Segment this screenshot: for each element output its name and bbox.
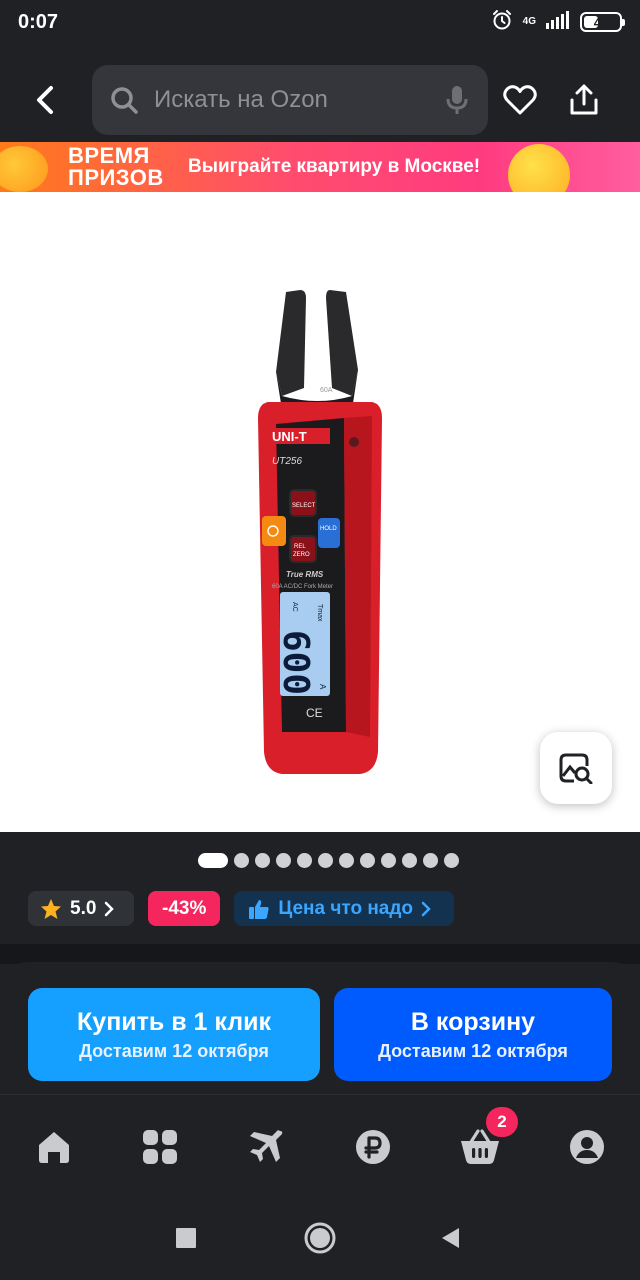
chevron-right-icon bbox=[421, 901, 431, 916]
pagination-dot[interactable] bbox=[276, 853, 291, 868]
pagination-dot[interactable] bbox=[318, 853, 333, 868]
back-triangle-icon bbox=[442, 1228, 459, 1248]
recents-button[interactable] bbox=[166, 1218, 206, 1258]
battery-percent: 40 bbox=[593, 14, 609, 30]
product-info-card: 5.0 -43% Цена что надо bbox=[0, 832, 640, 944]
discount-badge: -43% bbox=[148, 891, 221, 926]
recents-icon bbox=[176, 1228, 196, 1248]
pagination-dot-active[interactable] bbox=[198, 853, 228, 868]
nav-profile[interactable] bbox=[563, 1123, 611, 1171]
status-time: 0:07 bbox=[18, 10, 59, 33]
alarm-icon bbox=[491, 9, 513, 36]
lcd-reading: 600 bbox=[275, 630, 316, 695]
image-search-icon bbox=[559, 753, 593, 784]
price-label-chip[interactable]: Цена что надо bbox=[234, 891, 455, 926]
chevron-right-icon bbox=[105, 901, 115, 916]
promo-title: ВРЕМЯ ПРИЗОВ bbox=[68, 145, 164, 189]
rating-chip[interactable]: 5.0 bbox=[28, 891, 134, 926]
promo-title-line2: ПРИЗОВ bbox=[68, 165, 164, 190]
back-arrow-icon bbox=[37, 86, 53, 114]
select-key: SELECT bbox=[292, 503, 316, 509]
search-input[interactable]: Искать на Ozon bbox=[92, 65, 488, 135]
pagination-dot[interactable] bbox=[339, 853, 354, 868]
rating-value: 5.0 bbox=[70, 897, 97, 919]
promo-text: Выиграйте квартиру в Москве! bbox=[188, 156, 481, 177]
buy-one-click-label: Купить в 1 клик bbox=[77, 1007, 271, 1036]
battery-icon: 40 bbox=[580, 12, 625, 32]
product-page: 0:07 4G 40 Искать на Ozon ВРЕМЯ ПРИЗОВ В… bbox=[0, 0, 640, 1280]
ce-mark: CE bbox=[306, 706, 323, 720]
pagination-dot[interactable] bbox=[444, 853, 459, 868]
cart-count-badge: 2 bbox=[486, 1107, 518, 1137]
profile-icon bbox=[570, 1130, 604, 1164]
star-icon bbox=[41, 898, 61, 919]
section-divider bbox=[0, 944, 640, 964]
product-gallery[interactable]: 60A UNI-T UT256 SELECT HOLD REL ZERO Tru… bbox=[0, 192, 640, 832]
catalog-icon bbox=[143, 1130, 177, 1164]
status-icons: 4G 40 bbox=[491, 9, 625, 36]
purchase-actions: Купить в 1 клик Доставим 12 октября В ко… bbox=[0, 962, 640, 1094]
range-mark: 60A bbox=[320, 387, 333, 394]
meter-caption: 60A AC/DC Fork Meter bbox=[272, 584, 333, 590]
image-pagination[interactable] bbox=[198, 853, 459, 868]
zero-key: ZERO bbox=[293, 552, 310, 558]
buy-delivery-date: Доставим 12 октября bbox=[79, 1040, 269, 1061]
nav-finance[interactable] bbox=[349, 1123, 397, 1171]
price-label-text: Цена что надо bbox=[278, 897, 414, 919]
signal-icon bbox=[546, 10, 570, 34]
pagination-dot[interactable] bbox=[297, 853, 312, 868]
pagination-dot[interactable] bbox=[381, 853, 396, 868]
back-system-button[interactable] bbox=[430, 1218, 470, 1258]
ruble-icon bbox=[356, 1130, 390, 1164]
share-button[interactable] bbox=[552, 60, 616, 140]
search-icon bbox=[111, 87, 138, 114]
pagination-dot[interactable] bbox=[234, 853, 249, 868]
add-to-cart-button[interactable]: В корзину Доставим 12 октября bbox=[334, 988, 612, 1081]
top-bar: Искать на Ozon bbox=[0, 60, 640, 140]
favorite-button[interactable] bbox=[488, 60, 552, 140]
model-label: UT256 bbox=[272, 456, 302, 467]
pagination-dot[interactable] bbox=[402, 853, 417, 868]
back-button[interactable] bbox=[0, 60, 92, 140]
product-image: 60A UNI-T UT256 SELECT HOLD REL ZERO Tru… bbox=[258, 290, 382, 774]
search-placeholder: Искать на Ozon bbox=[154, 86, 328, 113]
pagination-dot[interactable] bbox=[423, 853, 438, 868]
add-to-cart-label: В корзину bbox=[410, 1007, 536, 1036]
nav-home[interactable] bbox=[30, 1123, 78, 1171]
coin-decoration bbox=[0, 146, 48, 192]
pagination-dot[interactable] bbox=[360, 853, 375, 868]
promo-banner[interactable]: ВРЕМЯ ПРИЗОВ Выиграйте квартиру в Москве… bbox=[0, 142, 640, 192]
lcd-unit: A bbox=[318, 684, 327, 690]
home-icon bbox=[39, 1132, 69, 1163]
microphone-icon[interactable] bbox=[446, 85, 468, 115]
brand-label: UNI-T bbox=[272, 429, 307, 444]
rms-caption: True RMS bbox=[286, 570, 324, 579]
buy-one-click-button[interactable]: Купить в 1 клик Доставим 12 октября bbox=[28, 988, 320, 1081]
travel-icon bbox=[250, 1130, 283, 1162]
lcd-mode: AC bbox=[291, 602, 298, 612]
network-type: 4G bbox=[522, 16, 536, 27]
status-bar: 0:07 4G 40 bbox=[0, 0, 640, 44]
bottom-nav: 2 bbox=[0, 1094, 640, 1198]
nav-travel[interactable] bbox=[242, 1123, 290, 1171]
share-icon bbox=[570, 84, 598, 115]
system-nav-bar bbox=[0, 1198, 640, 1280]
hold-key: HOLD bbox=[320, 526, 337, 532]
nav-cart[interactable]: 2 bbox=[456, 1107, 518, 1171]
home-circle-icon bbox=[304, 1222, 336, 1254]
pagination-dot[interactable] bbox=[255, 853, 270, 868]
rel-key: REL bbox=[294, 544, 306, 550]
discount-value: -43% bbox=[162, 897, 207, 919]
badges-row: 5.0 -43% Цена что надо bbox=[28, 891, 455, 926]
cart-delivery-date: Доставим 12 октября bbox=[378, 1040, 568, 1061]
lcd-max: Tmax bbox=[316, 604, 323, 622]
promo-title-line1: ВРЕМЯ bbox=[68, 143, 150, 168]
image-search-button[interactable] bbox=[540, 732, 612, 804]
nav-catalog[interactable] bbox=[136, 1123, 184, 1171]
thumbs-up-icon bbox=[249, 899, 269, 919]
coin-decoration bbox=[508, 144, 570, 192]
heart-icon bbox=[503, 85, 537, 115]
home-button[interactable] bbox=[300, 1218, 340, 1258]
